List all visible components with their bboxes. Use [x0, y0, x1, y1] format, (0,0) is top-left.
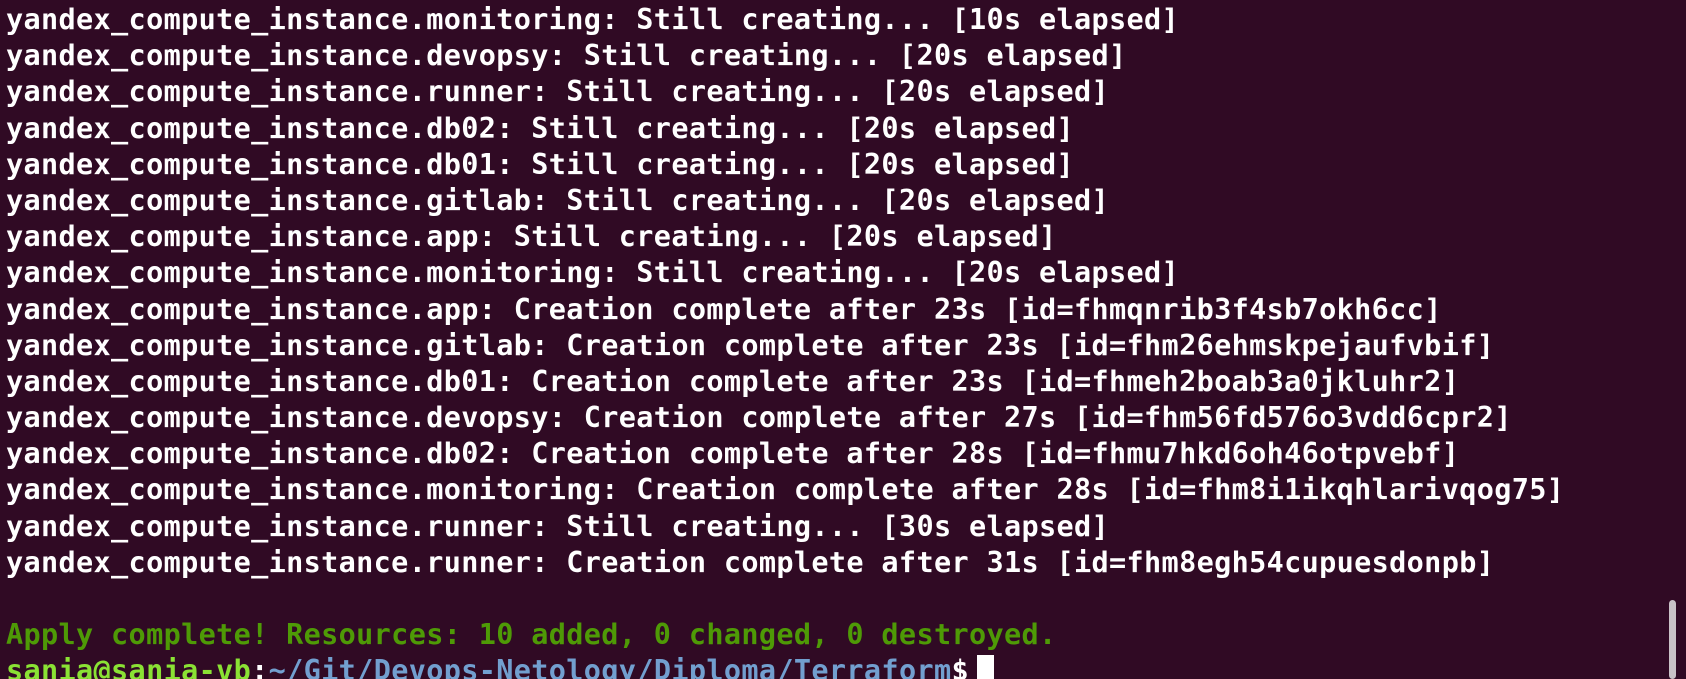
apply-summary: Apply complete! Resources: 10 added, 0 c…	[6, 618, 1057, 652]
terminal-line: yandex_compute_instance.db02: Still crea…	[6, 111, 1075, 145]
terminal-line: yandex_compute_instance.monitoring: Stil…	[6, 3, 1180, 36]
text-cursor	[977, 655, 994, 679]
terminal-line: yandex_compute_instance.devopsy: Still c…	[6, 39, 1127, 73]
terminal-line: yandex_compute_instance.devopsy: Creatio…	[6, 401, 1512, 435]
terminal-line: yandex_compute_instance.gitlab: Creation…	[6, 328, 1495, 362]
shell-prompt[interactable]: sania@sania-vb:~/Git/Devops-Netology/Dip…	[6, 653, 1686, 679]
terminal-line: yandex_compute_instance.runner: Still cr…	[6, 75, 1110, 109]
terminal-window[interactable]: yandex_compute_instance.monitoring: Stil…	[0, 0, 1686, 679]
terminal-line: yandex_compute_instance.runner: Still cr…	[6, 509, 1110, 543]
terminal-line: yandex_compute_instance.app: Creation co…	[6, 292, 1442, 326]
terminal-line: yandex_compute_instance.app: Still creat…	[6, 220, 1057, 254]
terminal-line: yandex_compute_instance.monitoring: Stil…	[6, 256, 1180, 290]
terminal-line: yandex_compute_instance.monitoring: Crea…	[6, 473, 1565, 507]
prompt-symbol: $	[951, 654, 969, 679]
terminal-line: yandex_compute_instance.runner: Creation…	[6, 545, 1495, 579]
scrollbar-thumb[interactable]	[1669, 600, 1676, 679]
prompt-path: ~/Git/Devops-Netology/Diploma/Terraform	[268, 654, 952, 679]
terminal-line: yandex_compute_instance.db01: Creation c…	[6, 364, 1460, 398]
terminal-line: yandex_compute_instance.gitlab: Still cr…	[6, 183, 1110, 217]
prompt-separator: :	[251, 654, 269, 679]
terminal-line: yandex_compute_instance.db02: Creation c…	[6, 437, 1460, 471]
terminal-line: yandex_compute_instance.db01: Still crea…	[6, 147, 1075, 181]
terminal-output: yandex_compute_instance.monitoring: Stil…	[6, 2, 1686, 581]
prompt-user-host: sania@sania-vb	[6, 654, 252, 679]
